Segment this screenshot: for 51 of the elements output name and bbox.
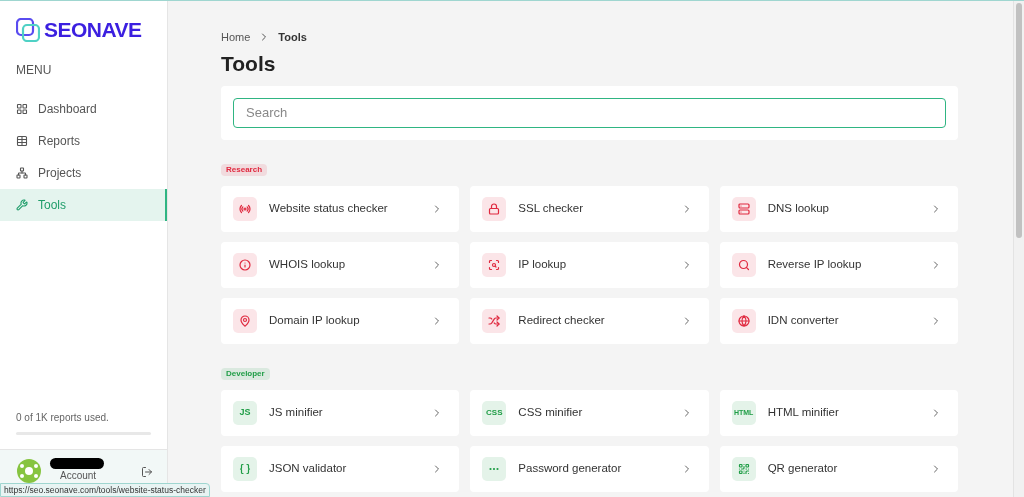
- code-badge-icon: JS: [233, 400, 257, 425]
- globe-icon: [731, 308, 756, 333]
- tool-card[interactable]: Reverse IP lookup: [719, 241, 958, 288]
- status-url: https://seo.seonave.com/tools/website-status-checker: [0, 483, 210, 497]
- braces-icon: [233, 456, 257, 481]
- tool-card[interactable]: Password generator: [470, 445, 709, 492]
- tool-card[interactable]: JSON validator: [221, 445, 460, 492]
- pin-icon: [233, 308, 257, 333]
- logout-icon[interactable]: [141, 466, 153, 478]
- logo-icon: [16, 18, 40, 42]
- code-badge-icon: CSS: [482, 400, 507, 425]
- nav-item[interactable]: Reports: [0, 125, 167, 157]
- redacted-name: [50, 458, 104, 469]
- table-icon: [16, 135, 28, 147]
- grid-icon: [16, 103, 28, 115]
- category-tag: Research: [221, 163, 268, 176]
- search-field[interactable]: Search: [233, 97, 946, 128]
- tool-card[interactable]: SSL checker: [470, 185, 709, 232]
- tool-card[interactable]: WHOIS lookup: [221, 241, 460, 288]
- dots-icon: [482, 456, 507, 481]
- scan-search-icon: [482, 252, 507, 277]
- tool-card[interactable]: JS JS minifier: [221, 389, 460, 436]
- server-icon: [731, 196, 756, 221]
- tool-card[interactable]: Domain IP lookup: [221, 297, 460, 344]
- usage-text: 0 of 1K reports used.: [16, 411, 109, 425]
- category-tag: Developer: [221, 367, 270, 380]
- brand-name: SEONAVE: [44, 17, 142, 44]
- breadcrumb-link[interactable]: Home: [221, 29, 251, 46]
- qr-code-icon: [731, 456, 756, 481]
- nav-item[interactable]: Dashboard: [0, 93, 167, 125]
- search-icon: [731, 252, 756, 277]
- info-icon: [233, 252, 257, 277]
- tool-card[interactable]: CSS CSS minifier: [470, 389, 709, 436]
- avatar-icon: [16, 458, 42, 484]
- tool-card[interactable]: Redirect checker: [470, 297, 709, 344]
- network-icon: [16, 167, 28, 179]
- page-title: Tools: [221, 50, 276, 77]
- tool-card[interactable]: Website status checker: [221, 185, 460, 232]
- signal-icon: [233, 196, 257, 221]
- tool-card[interactable]: IP lookup: [470, 241, 709, 288]
- tool-card[interactable]: IDN converter: [719, 297, 958, 344]
- wrench-icon: [16, 199, 28, 211]
- account-label: Account: [60, 470, 97, 482]
- menu-heading: MENU: [15, 62, 52, 79]
- tool-card[interactable]: DNS lookup: [719, 185, 958, 232]
- nav-item[interactable]: Projects: [0, 157, 167, 189]
- scrollbar[interactable]: [1013, 1, 1024, 497]
- lock-icon: [482, 196, 507, 221]
- breadcrumb-link[interactable]: Tools: [278, 29, 307, 46]
- tool-card[interactable]: QR generator: [719, 445, 958, 492]
- shuffle-icon: [482, 308, 507, 333]
